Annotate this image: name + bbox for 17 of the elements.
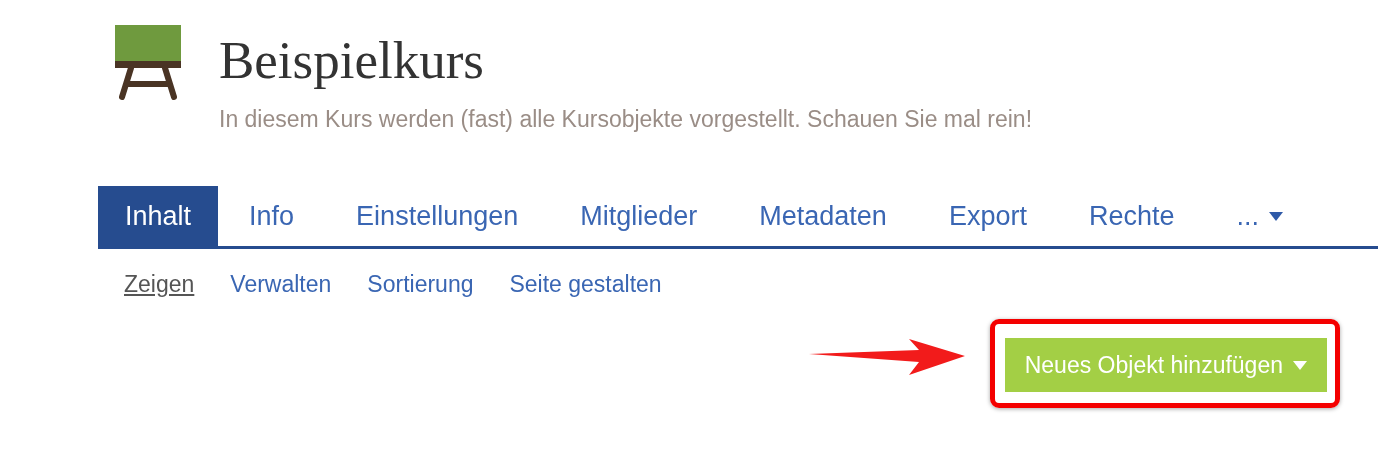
tab[interactable]: Info — [218, 186, 326, 246]
subtab[interactable]: Verwalten — [230, 269, 332, 299]
tab[interactable]: Rechte — [1057, 186, 1206, 246]
tab[interactable]: Export — [917, 186, 1058, 246]
easel-icon — [115, 25, 181, 101]
subtab[interactable]: Seite gestalten — [509, 269, 662, 299]
tab[interactable]: Metadaten — [728, 186, 918, 246]
course-title: Beispielkurs — [219, 30, 485, 91]
subtab[interactable]: Sortierung — [367, 269, 474, 299]
tab[interactable]: Einstellungen — [325, 186, 550, 246]
tab[interactable]: Inhalt — [98, 186, 219, 246]
tab[interactable]: Mitglieder — [549, 186, 729, 246]
more-tab[interactable]: ... — [1205, 186, 1314, 246]
caret-icon — [1269, 211, 1283, 221]
subtab[interactable]: Zeigen — [124, 269, 195, 299]
course-description: In diesem Kurs werden (fast) alle Kursobjekte vorgestellt. Schauen Sie mal rein! — [219, 105, 1033, 134]
caret-icon — [1293, 360, 1307, 370]
